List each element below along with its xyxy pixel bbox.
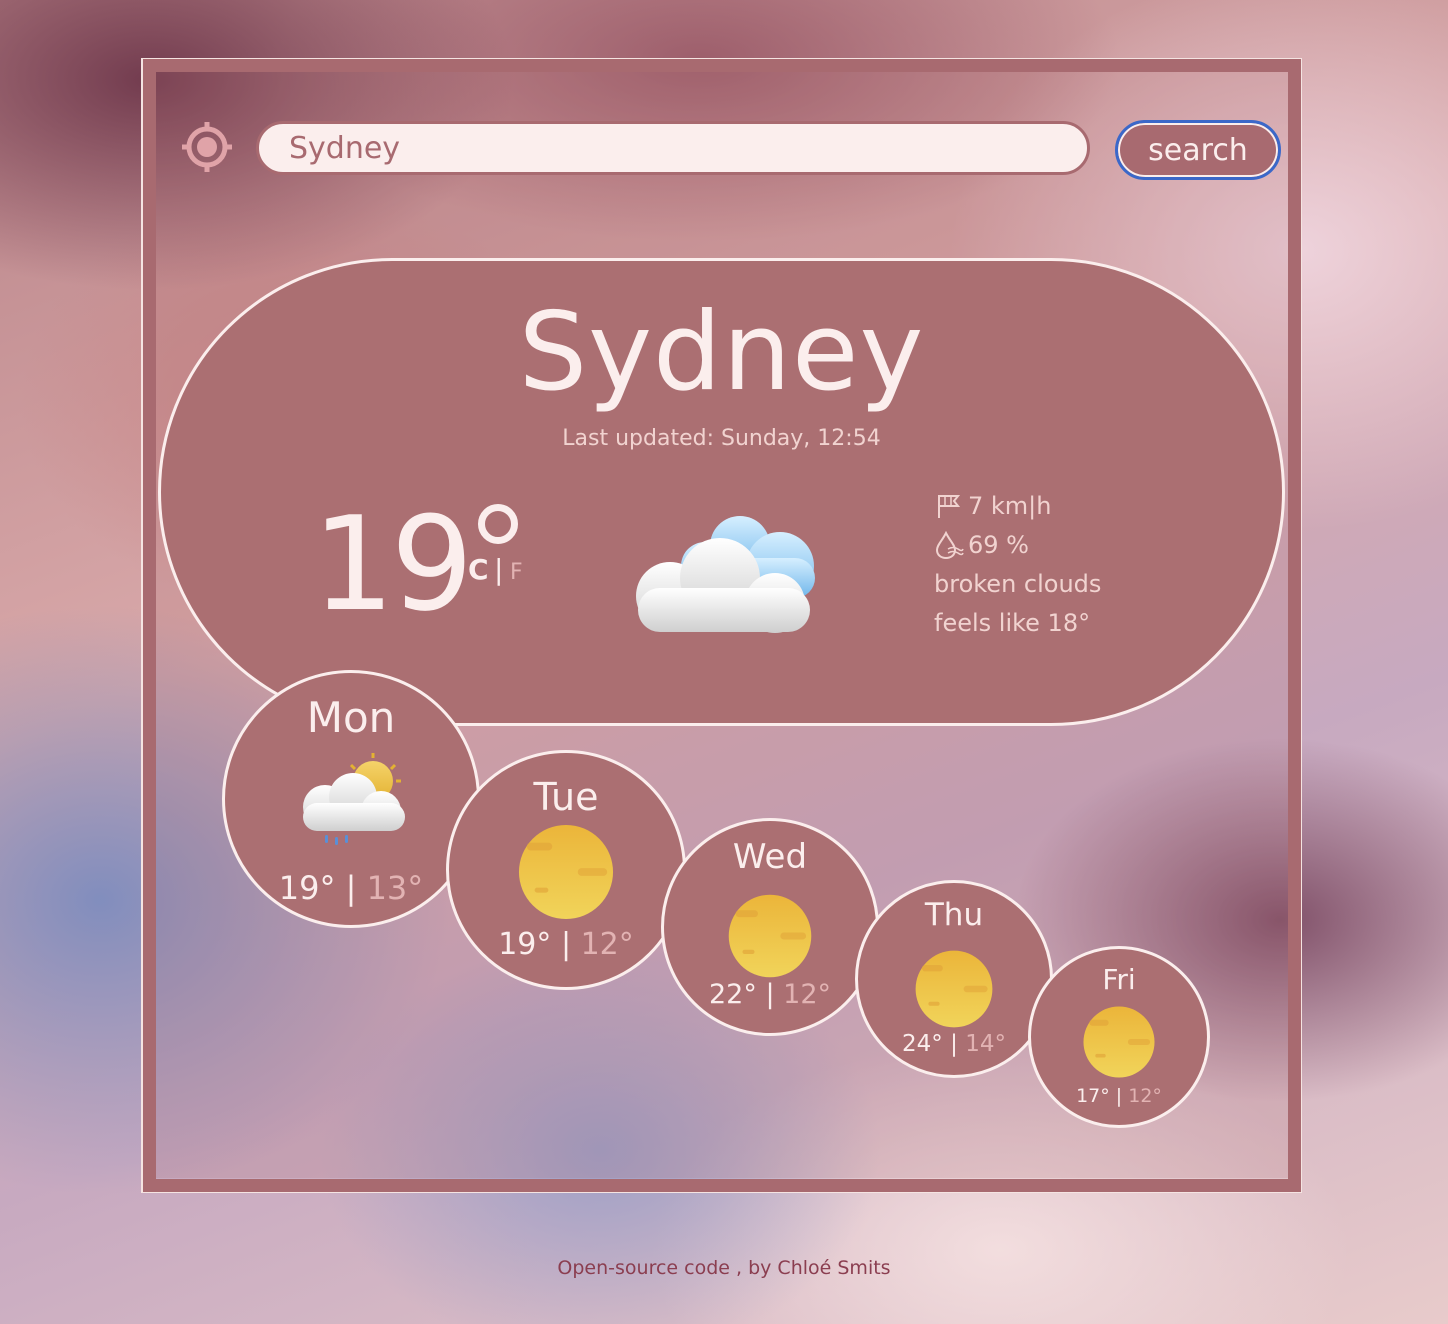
- fahrenheit-link[interactable]: F: [510, 560, 523, 585]
- forecast-low: 13°: [366, 869, 424, 907]
- forecast-temps: 24° | 14°: [858, 1031, 1050, 1057]
- degree-symbol: [478, 504, 518, 544]
- source-code-link[interactable]: Open-source code: [557, 1257, 730, 1279]
- current-location-icon[interactable]: [180, 120, 234, 174]
- sun-icon: [915, 950, 993, 1028]
- forecast-separator: |: [765, 979, 775, 1010]
- forecast-temps: 19° | 12°: [449, 927, 683, 962]
- sun-icon: [518, 824, 614, 920]
- forecast-day-name: Tue: [533, 775, 599, 819]
- sun-icon: [1083, 1006, 1155, 1078]
- humidity-icon: [935, 530, 964, 559]
- weather-details: 7 km|h 69 % broken clouds feels like 18°: [934, 486, 1101, 642]
- forecast-separator: |: [345, 869, 357, 907]
- forecast-low: 12°: [1128, 1085, 1162, 1107]
- humidity-value: 69 %: [968, 530, 1029, 559]
- forecast-temps: 19° | 13°: [225, 869, 477, 907]
- forecast-low: 12°: [580, 927, 634, 962]
- wind-flag-icon: [938, 494, 961, 518]
- footer: Open-source code , by Chloé Smits: [0, 1257, 1448, 1279]
- forecast-low: 14°: [965, 1031, 1006, 1057]
- forecast-separator: |: [950, 1031, 958, 1057]
- broken-clouds-icon: [630, 508, 820, 638]
- forecast-day-name: Wed: [732, 837, 808, 877]
- search-button[interactable]: search: [1115, 120, 1281, 180]
- forecast-day-thu: Thu 24° | 14°: [855, 880, 1053, 1078]
- footer-author: , by Chloé Smits: [729, 1257, 891, 1279]
- forecast-day-wed: Wed 22° | 12°: [661, 818, 879, 1036]
- cloud-sun-rain-icon: [303, 753, 405, 845]
- forecast-day-name: Mon: [306, 693, 396, 742]
- forecast-temps: 22° | 12°: [664, 979, 876, 1010]
- forecast-day-name: Thu: [924, 897, 984, 933]
- forecast-separator: |: [1115, 1085, 1123, 1107]
- celsius-link[interactable]: C: [468, 553, 489, 586]
- unit-separator: |: [494, 553, 504, 586]
- city-name: Sydney: [518, 290, 925, 415]
- current-temperature: 19: [312, 488, 473, 640]
- forecast-day-fri: Fri 17° | 12°: [1028, 946, 1210, 1128]
- forecast-temps: 17° | 12°: [1031, 1085, 1207, 1107]
- forecast-high: 17°: [1076, 1085, 1110, 1107]
- weather-description: broken clouds: [934, 569, 1102, 598]
- forecast-high: 24°: [902, 1031, 943, 1057]
- forecast-high: 19°: [498, 927, 552, 962]
- forecast-high: 22°: [708, 979, 757, 1010]
- forecast-day-tue: Tue 19° | 12°: [446, 750, 686, 990]
- forecast-high: 19°: [278, 869, 336, 907]
- wind-speed: 7 km|h: [968, 491, 1052, 520]
- search-input[interactable]: [256, 121, 1090, 175]
- forecast-separator: |: [560, 927, 572, 962]
- forecast-day-name: Fri: [1102, 963, 1136, 996]
- last-updated: Last updated: Sunday, 12:54: [562, 426, 881, 451]
- sun-icon: [728, 894, 812, 978]
- forecast-day-mon: Mon 19° | 13°: [222, 670, 480, 928]
- forecast-low: 12°: [783, 979, 831, 1010]
- feels-like: feels like 18°: [934, 608, 1091, 637]
